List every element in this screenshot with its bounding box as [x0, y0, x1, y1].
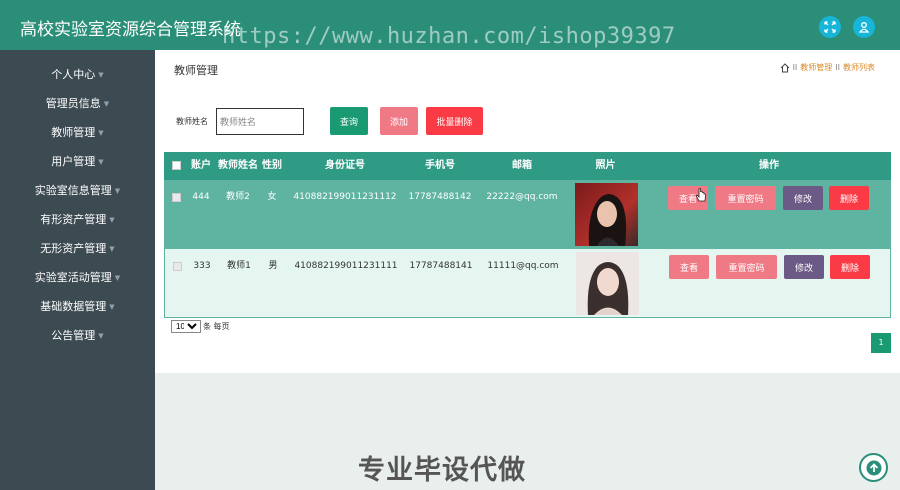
breadcrumb-separator: II	[835, 63, 840, 72]
scroll-to-top-button[interactable]	[859, 453, 888, 482]
column-header: 手机号	[425, 160, 455, 171]
edit-button[interactable]: 修改	[783, 186, 823, 210]
chevron-down-icon: ▼	[98, 332, 104, 340]
chevron-down-icon: ▼	[114, 274, 121, 282]
sidebar-item-label: 实验室活动管理	[34, 271, 112, 284]
home-icon[interactable]	[780, 62, 790, 73]
chevron-down-icon: ▼	[109, 303, 115, 311]
sidebar-item-label: 实验室信息管理	[34, 184, 112, 197]
reset-password-button[interactable]: 重置密码	[715, 186, 776, 210]
chevron-down-icon: ▼	[109, 245, 115, 253]
cell-email: 22222@qq.com	[486, 192, 558, 202]
reset-password-button[interactable]: 重置密码	[716, 255, 777, 279]
hand-cursor-icon	[695, 188, 706, 202]
sidebar-item-label: 管理员信息	[45, 97, 101, 110]
column-header: 操作	[759, 160, 779, 171]
batch-delete-button[interactable]: 批量删除	[426, 107, 483, 135]
edit-button[interactable]: 修改	[784, 255, 824, 279]
overlay-advert-text: 专业毕设代做	[358, 455, 526, 486]
expand-icon[interactable]	[819, 16, 841, 38]
page-title: 教师管理	[174, 64, 218, 77]
teacher-photo	[575, 183, 638, 246]
sidebar-item-basic-data[interactable]: 基础数据管理 ▼	[0, 296, 155, 318]
breadcrumb-item[interactable]: 教师管理	[800, 62, 832, 73]
chevron-down-icon: ▼	[98, 158, 104, 166]
sidebar-item-tangible-assets[interactable]: 有形资产管理 ▼	[0, 209, 155, 231]
sidebar-item-label: 用户管理	[51, 155, 96, 168]
cell-id-number: 410882199011231111	[294, 261, 398, 271]
sidebar-item-teacher-management[interactable]: 教师管理 ▼	[0, 122, 155, 144]
cell-id-number: 410882199011231112	[293, 192, 397, 202]
sidebar-item-label: 公告管理	[51, 329, 96, 342]
teacher-photo	[576, 252, 639, 315]
column-header: 账户	[191, 160, 211, 171]
page-size-label: 条 每页	[203, 322, 230, 331]
sidebar-item-lab-info[interactable]: 实验室信息管理 ▼	[0, 180, 155, 202]
main-panel: 教师管理 II 教师管理 II 教师列表 教师姓名 查询 添加 批量删除 账户 …	[155, 50, 900, 373]
sidebar: 个人中心 ▼ 管理员信息 ▼ 教师管理 ▼ 用户管理 ▼ 实验室信息管理 ▼ 有形资产管理…	[0, 50, 155, 490]
query-button[interactable]: 查询	[330, 107, 368, 135]
column-header: 邮箱	[512, 160, 532, 171]
cell-name: 教师2	[226, 192, 250, 202]
sidebar-item-label: 教师管理	[51, 126, 96, 139]
chevron-down-icon: ▼	[114, 187, 121, 195]
column-header: 照片	[595, 160, 616, 171]
sidebar-item-announcements[interactable]: 公告管理 ▼	[0, 325, 155, 347]
cell-name: 教师1	[227, 261, 251, 271]
app-title: 高校实验室资源综合管理系统	[20, 20, 241, 40]
sidebar-item-label: 个人中心	[51, 68, 96, 81]
sidebar-item-user-management[interactable]: 用户管理 ▼	[0, 151, 155, 173]
cell-account: 333	[193, 261, 211, 271]
sidebar-item-label: 有形资产管理	[40, 213, 107, 226]
chevron-down-icon: ▼	[98, 71, 104, 79]
user-icon[interactable]	[853, 16, 875, 38]
chevron-down-icon: ▼	[98, 129, 104, 137]
table-header: 账户 教师姓名 性别 身份证号 手机号 邮箱 照片 操作	[164, 152, 891, 180]
cell-account: 444	[192, 192, 210, 202]
breadcrumb-item[interactable]: 教师列表	[843, 62, 875, 73]
page-size-select[interactable]: 10	[171, 320, 201, 333]
page-number-button[interactable]: 1	[871, 333, 891, 353]
select-all-checkbox[interactable]	[172, 161, 181, 170]
search-label: 教师姓名	[176, 117, 208, 126]
sidebar-item-admin-info[interactable]: 管理员信息 ▼	[0, 93, 155, 115]
column-header: 性别	[262, 160, 282, 171]
watermark-url: https://www.huzhan.com/ishop39397	[222, 24, 676, 49]
view-button[interactable]: 查看	[669, 255, 709, 279]
sidebar-item-personal-center[interactable]: 个人中心 ▼	[0, 64, 155, 86]
chevron-down-icon: ▼	[103, 100, 110, 108]
cell-phone: 17787488142	[408, 192, 472, 202]
delete-button[interactable]: 删除	[829, 186, 869, 210]
add-button[interactable]: 添加	[380, 107, 418, 135]
chevron-down-icon: ▼	[109, 216, 115, 224]
cell-gender: 男	[268, 261, 278, 271]
column-header: 身份证号	[325, 160, 365, 171]
column-header: 教师姓名	[218, 160, 258, 171]
teacher-name-search-input[interactable]	[216, 108, 304, 135]
sidebar-item-lab-activities[interactable]: 实验室活动管理 ▼	[0, 267, 155, 289]
cell-gender: 女	[267, 192, 277, 202]
row-checkbox[interactable]	[172, 193, 181, 202]
cell-phone: 17787488141	[409, 261, 473, 271]
sidebar-item-label: 基础数据管理	[40, 300, 107, 313]
table-row: 333 教师1 男 410882199011231111 17787488141…	[164, 249, 891, 318]
arrow-up-icon	[866, 460, 881, 475]
breadcrumb: II 教师管理 II 教师列表	[780, 62, 875, 73]
cell-email: 11111@qq.com	[487, 261, 559, 271]
table-row: 444 教师2 女 410882199011231112 17787488142…	[164, 180, 891, 249]
sidebar-item-intangible-assets[interactable]: 无形资产管理 ▼	[0, 238, 155, 260]
sidebar-item-label: 无形资产管理	[40, 242, 107, 255]
breadcrumb-separator: II	[792, 63, 798, 72]
delete-button[interactable]: 删除	[830, 255, 870, 279]
row-checkbox[interactable]	[173, 262, 182, 271]
